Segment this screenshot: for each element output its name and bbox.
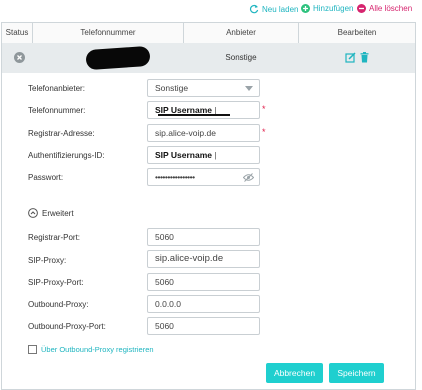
redaction-stroke	[158, 114, 230, 116]
required-marker: *	[262, 127, 266, 137]
phone-field[interactable]: SIP Username |	[147, 101, 260, 119]
reload-button[interactable]: Neu laden	[249, 4, 298, 14]
delete-all-label: Alle löschen	[369, 4, 413, 13]
header-status: Status	[2, 23, 33, 43]
provider-select-value: Sonstige	[155, 83, 189, 93]
sip-proxy-port-field[interactable]: 5060	[147, 273, 260, 291]
delete-all-button[interactable]: Alle löschen	[357, 4, 412, 13]
save-button[interactable]: Speichern	[329, 363, 384, 383]
phone-label: Telefonnummer:	[28, 106, 86, 115]
eye-off-icon[interactable]	[243, 173, 254, 182]
sip-proxy-field[interactable]: sip.alice-voip.de	[147, 250, 260, 268]
registrar-port-label: Registrar-Port:	[28, 233, 81, 242]
checkbox-label: Über Outbound-Proxy registrieren	[41, 345, 154, 354]
auth-id-field[interactable]: SIP Username |	[147, 146, 260, 164]
password-field-value: ••••••••••••••••	[155, 172, 195, 182]
trash-icon[interactable]	[360, 52, 369, 65]
row-provider: Sonstige	[225, 53, 257, 62]
advanced-toggle[interactable]: Erweitert	[28, 208, 74, 218]
minus-icon	[357, 4, 366, 13]
cancel-button[interactable]: Abbrechen	[266, 363, 323, 383]
required-marker: *	[262, 104, 266, 114]
collapse-icon	[28, 208, 38, 218]
outbound-register-checkbox[interactable]: Über Outbound-Proxy registrieren	[28, 345, 154, 354]
status-x-icon	[14, 52, 25, 63]
outbound-proxy-field[interactable]: 0.0.0.0	[147, 295, 260, 313]
registrar-label: Registrar-Adresse:	[28, 129, 95, 138]
header-provider: Anbieter	[184, 23, 299, 43]
plus-icon	[301, 4, 310, 13]
redacted-phone	[85, 45, 151, 71]
provider-select[interactable]: Sonstige	[147, 79, 260, 97]
auth-id-field-value: SIP Username	[155, 150, 213, 160]
table-row: Sonstige	[1, 43, 416, 74]
password-label: Passwort:	[28, 173, 64, 182]
outbound-proxy-port-label: Outbound-Proxy-Port:	[28, 322, 106, 331]
advanced-label: Erweitert	[42, 208, 74, 218]
outbound-proxy-port-field[interactable]: 5060	[147, 317, 260, 335]
reload-label: Neu laden	[262, 4, 299, 14]
outbound-proxy-label: Outbound-Proxy:	[28, 300, 89, 309]
provider-label: Telefonanbieter:	[28, 84, 85, 93]
add-button[interactable]: Hinzufügen	[301, 4, 353, 13]
registrar-field[interactable]: sip.alice-voip.de	[147, 124, 260, 142]
refresh-icon	[249, 4, 259, 14]
password-field[interactable]: ••••••••••••••••	[147, 168, 260, 186]
chevron-down-icon	[245, 86, 253, 91]
header-phone: Telefonnummer	[33, 23, 184, 43]
add-label: Hinzufügen	[313, 4, 354, 13]
edit-icon[interactable]	[345, 52, 356, 65]
sip-proxy-port-label: SIP-Proxy-Port:	[28, 278, 84, 287]
auth-id-label: Authentifizierungs-ID:	[28, 151, 105, 160]
registrar-port-field[interactable]: 5060	[147, 228, 260, 246]
sip-proxy-label: SIP-Proxy:	[28, 256, 67, 265]
header-edit: Bearbeiten	[337, 28, 377, 37]
table-header: Status Telefonnummer Anbieter Bearbeiten	[1, 22, 416, 44]
checkbox-box[interactable]	[28, 345, 37, 354]
toolbar: Neu laden Hinzufügen Alle löschen	[0, 4, 422, 16]
